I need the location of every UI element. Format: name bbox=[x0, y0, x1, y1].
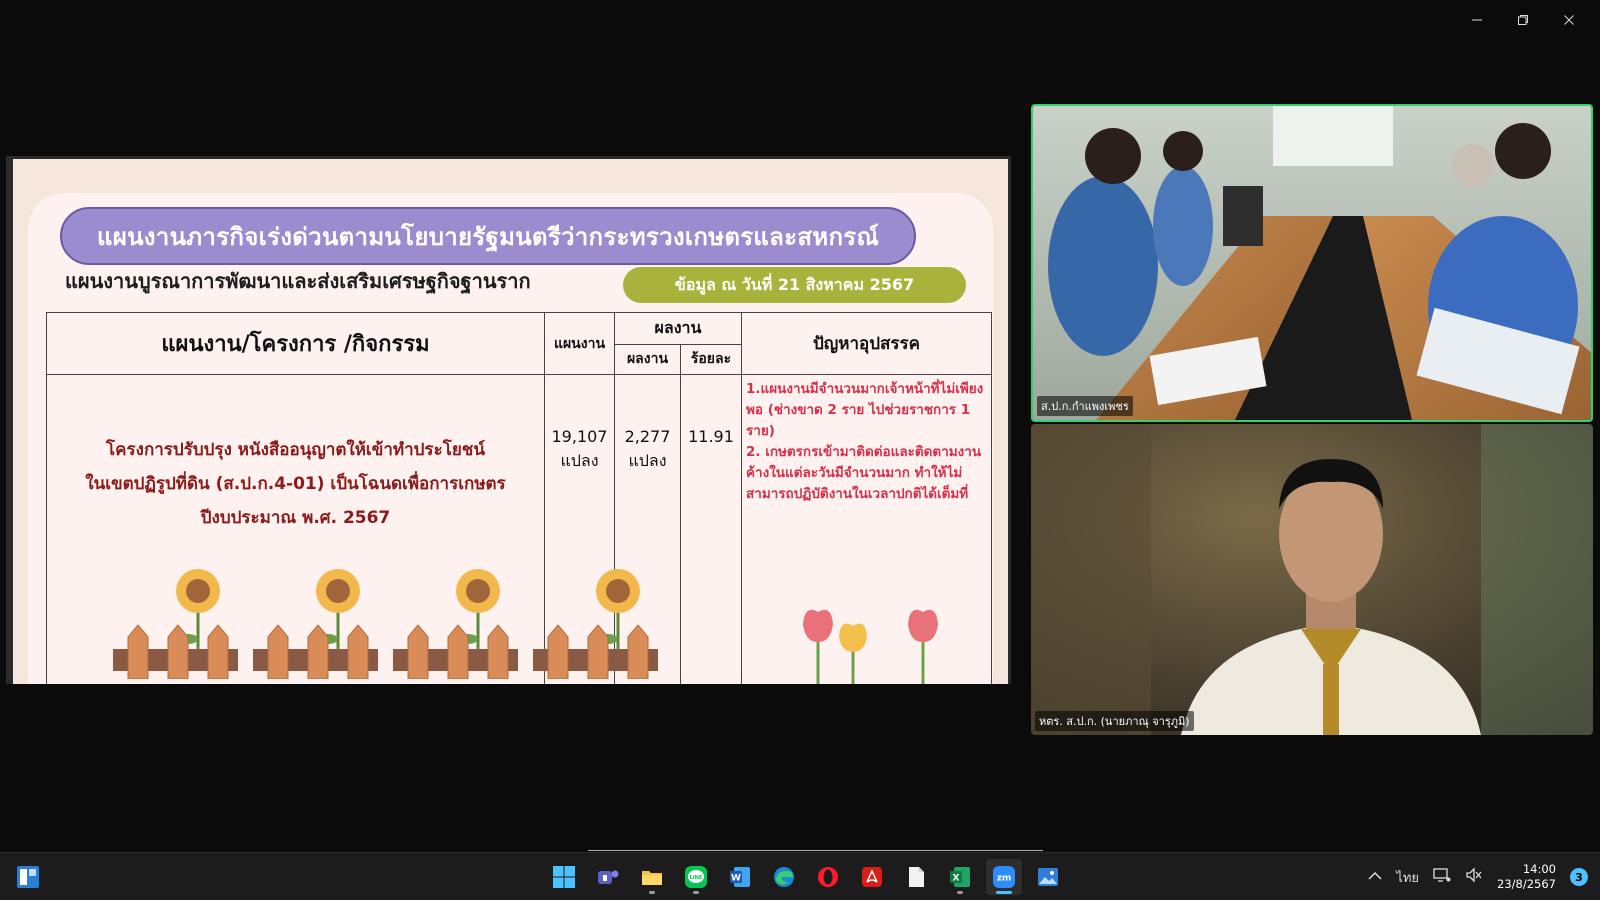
problem-item: 1.แผนงานมีจำนวนมากเจ้าหน้าที่ไม่เพียงพอ … bbox=[746, 381, 984, 439]
minimize-icon[interactable] bbox=[1454, 6, 1500, 34]
windows-taskbar: LINE W X zm ไทย 14:00 23/8/2567 3 bbox=[0, 852, 1600, 900]
network-icon[interactable] bbox=[1433, 867, 1451, 887]
window-controls bbox=[1454, 6, 1592, 34]
project-line: ในเขตปฏิรูปที่ดิน (ส.ป.ก.4-01) เป็นโฉนดเ… bbox=[85, 474, 506, 494]
file-explorer-icon[interactable] bbox=[634, 859, 670, 895]
chevron-up-icon[interactable] bbox=[1368, 870, 1382, 885]
tulip-decoration bbox=[803, 609, 938, 684]
sunflower-fence-decoration bbox=[113, 567, 660, 679]
windows-start-icon[interactable] bbox=[546, 859, 582, 895]
slide-banner-title: แผนงานภารกิจเร่งด่วนตามนโยบายรัฐมนตรีว่า… bbox=[60, 207, 916, 265]
photos-icon[interactable] bbox=[1030, 859, 1066, 895]
shared-screen: แผนงานภารกิจเร่งด่วนตามนโยบายรัฐมนตรีว่า… bbox=[6, 156, 1011, 684]
percent-cell: 11.91 bbox=[680, 374, 742, 684]
header-problems: ปัญหาอุปสรรค bbox=[741, 312, 992, 375]
edge-icon[interactable] bbox=[766, 859, 802, 895]
slide-subtitle: แผนงานบูรณาการพัฒนาและส่งเสริมเศรษฐกิจฐา… bbox=[65, 269, 531, 293]
notepad-icon[interactable] bbox=[898, 859, 934, 895]
svg-text:W: W bbox=[731, 874, 741, 884]
svg-text:zm: zm bbox=[997, 874, 1012, 884]
taskbar-apps: LINE W X zm bbox=[546, 859, 1066, 895]
clock-date: 23/8/2567 bbox=[1497, 877, 1556, 891]
problem-item: 2. เกษตรกรเข้ามาติดต่อและติดตามงานค้างใน… bbox=[746, 444, 982, 502]
zoom-meeting-window: แผนงานภารกิจเร่งด่วนตามนโยบายรัฐมนตรีว่า… bbox=[0, 0, 1600, 900]
teams-icon[interactable] bbox=[590, 859, 626, 895]
project-line: ปีงบประมาณ พ.ศ. 2567 bbox=[200, 508, 391, 528]
participant-name: หตร. ส.ป.ก. (นายภาณุ จารุภูมิ) bbox=[1035, 711, 1194, 731]
clock-time: 14:00 bbox=[1522, 862, 1556, 876]
taskbar-highlight-line bbox=[588, 850, 1043, 851]
svg-text:LINE: LINE bbox=[690, 875, 703, 881]
close-icon[interactable] bbox=[1546, 6, 1592, 34]
language-indicator[interactable]: ไทย bbox=[1396, 867, 1419, 888]
result-unit: แปลง bbox=[628, 451, 667, 470]
participant-video-tile[interactable]: หตร. ส.ป.ก. (นายภาณุ จารุภูมิ) bbox=[1031, 424, 1593, 735]
speaker-video bbox=[1031, 424, 1593, 735]
line-icon[interactable]: LINE bbox=[678, 859, 714, 895]
svg-text:X: X bbox=[953, 874, 960, 884]
participant-name: ส.ป.ก.กำแพงเพชร bbox=[1037, 396, 1133, 416]
excel-icon[interactable]: X bbox=[942, 859, 978, 895]
acrobat-icon[interactable] bbox=[854, 859, 890, 895]
meeting-room-video bbox=[1033, 106, 1591, 420]
header-results: ผลงาน bbox=[614, 312, 742, 345]
project-line: โครงการปรับปรุง หนังสืออนุญาตให้เข้าทำปร… bbox=[106, 440, 485, 460]
participant-video-tile[interactable]: ส.ป.ก.กำแพงเพชร bbox=[1031, 104, 1593, 422]
opera-icon[interactable] bbox=[810, 859, 846, 895]
header-result-count: ผลงาน bbox=[614, 343, 681, 375]
taskbar-clock[interactable]: 14:00 23/8/2567 bbox=[1497, 862, 1556, 892]
restore-icon[interactable] bbox=[1500, 6, 1546, 34]
word-icon[interactable]: W bbox=[722, 859, 758, 895]
header-plan: แผนงาน bbox=[544, 312, 615, 375]
header-percent: ร้อยละ bbox=[680, 343, 742, 375]
result-value: 2,277 bbox=[624, 427, 671, 446]
plan-value: 19,107 bbox=[551, 427, 608, 446]
system-tray: ไทย 14:00 23/8/2567 3 bbox=[1368, 853, 1588, 900]
notification-badge[interactable]: 3 bbox=[1570, 868, 1588, 886]
data-date-badge: ข้อมูล ณ วันที่ 21 สิงหาคม 2567 bbox=[623, 267, 966, 303]
speaker-muted-icon[interactable] bbox=[1465, 867, 1483, 887]
header-project: แผนงาน/โครงการ /กิจกรรม bbox=[46, 312, 545, 375]
zoom-icon[interactable]: zm bbox=[986, 859, 1022, 895]
plan-unit: แปลง bbox=[560, 451, 599, 470]
presentation-slide: แผนงานภารกิจเร่งด่วนตามนโยบายรัฐมนตรีว่า… bbox=[13, 159, 1008, 684]
percent-value: 11.91 bbox=[688, 427, 734, 446]
widgets-icon[interactable] bbox=[14, 863, 42, 891]
